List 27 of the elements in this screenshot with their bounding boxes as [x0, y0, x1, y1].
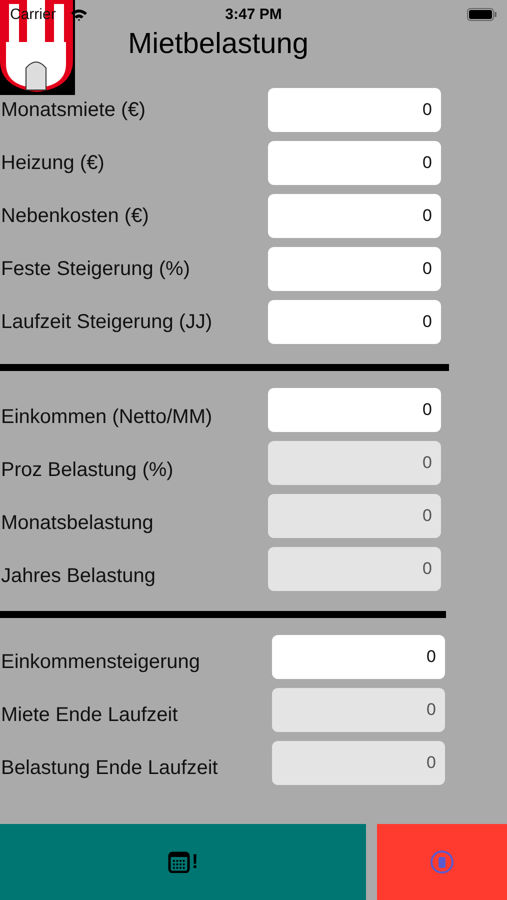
input-field[interactable]: 0	[268, 300, 441, 344]
input-field[interactable]: 0	[268, 141, 441, 185]
input-field[interactable]: 0	[272, 635, 445, 679]
field-label: Einkommensteigerung	[1, 650, 200, 674]
input-field[interactable]: 0	[268, 88, 441, 132]
field-label: Nebenkosten (€)	[1, 204, 149, 228]
calendar-button[interactable]: !	[0, 824, 366, 900]
field-label: Heizung (€)	[1, 152, 104, 174]
screen-title: Mietbelastung	[128, 28, 310, 62]
input-field[interactable]: 0	[268, 388, 441, 432]
status-time: 3:47 PM	[225, 6, 282, 22]
field-label: Miete Ende Laufzeit	[1, 704, 178, 726]
input-field[interactable]: 0	[268, 194, 441, 238]
field-label: Proz Belastung (%)	[1, 458, 174, 482]
field-label: Laufzeit Steigerung (JJ)	[1, 310, 212, 334]
input-field[interactable]: 0	[268, 247, 441, 291]
battery-icon	[467, 8, 497, 21]
field-label: Monatsbelastung	[1, 512, 154, 534]
delete-button[interactable]	[377, 824, 507, 900]
field-label: Feste Steigerung (%)	[1, 258, 190, 280]
wifi-icon	[70, 8, 88, 21]
field-label: Monatsmiete (€)	[1, 98, 146, 122]
trash-icon	[430, 850, 454, 874]
calendar-icon	[168, 851, 190, 873]
field-label: Jahres Belastung	[1, 564, 156, 588]
field-label: Einkommen (Netto/MM)	[1, 406, 212, 428]
field-label: Belastung Ende Laufzeit	[1, 756, 218, 780]
